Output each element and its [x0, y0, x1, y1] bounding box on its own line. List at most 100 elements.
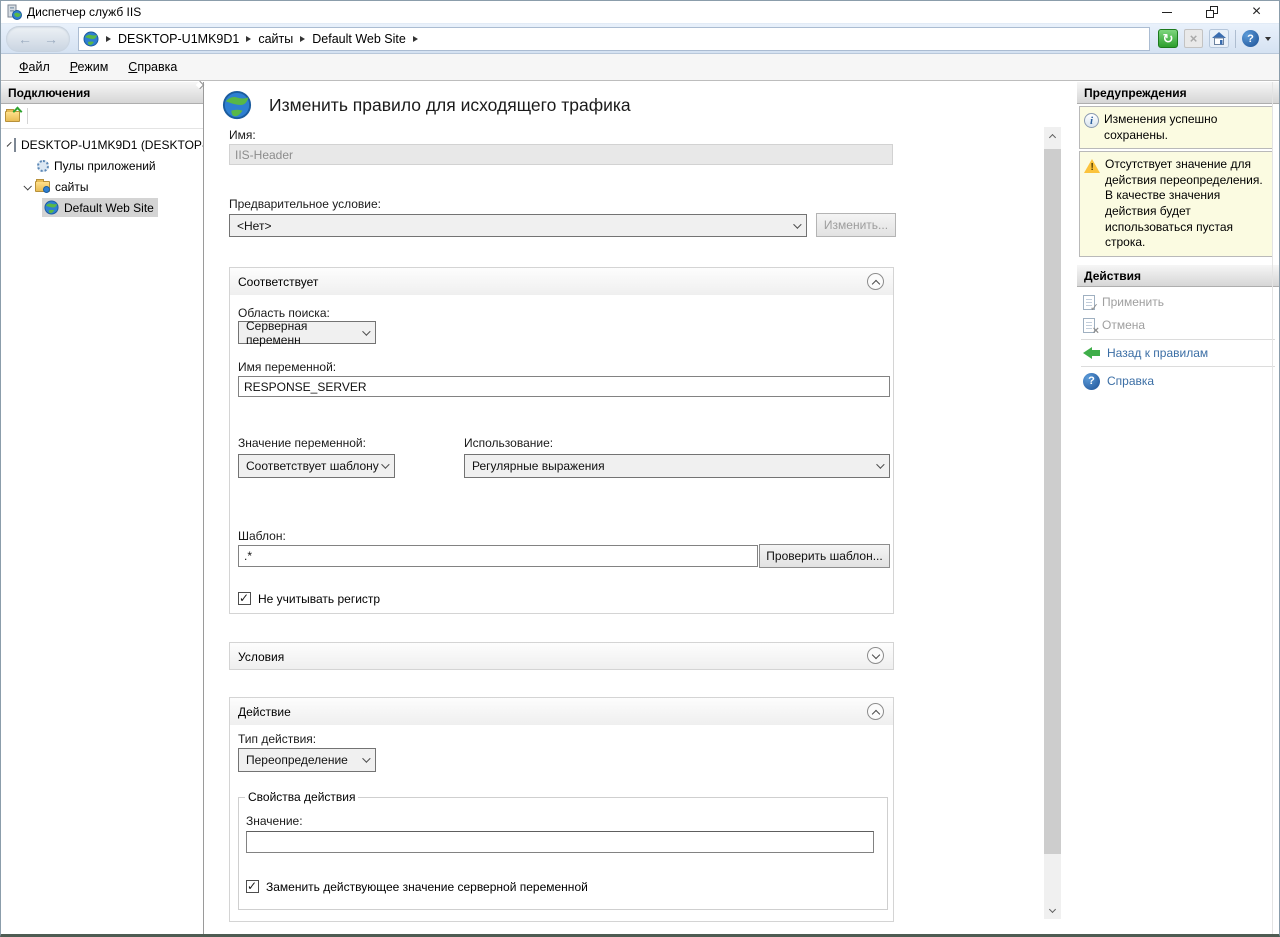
variable-name-input[interactable]	[238, 376, 890, 397]
globe-icon	[222, 90, 252, 120]
close-button[interactable]: ×	[1234, 1, 1279, 23]
edit-outbound-rule-page: Изменить правило для исходящего трафика …	[205, 82, 1078, 934]
title-bar: Диспетчер служб IIS ×	[1, 1, 1279, 23]
tree-item-label: DESKTOP-U1MK9D1 (DESKTOP-	[21, 138, 203, 152]
menu-file[interactable]: Файл	[9, 56, 60, 78]
actions-separator	[1081, 339, 1275, 340]
replace-value-label: Заменить действующее значение серверной …	[266, 880, 588, 894]
warning-icon	[1084, 159, 1100, 173]
expand-button[interactable]	[867, 647, 884, 664]
scrollbar-thumb[interactable]	[1044, 149, 1061, 854]
match-section-header[interactable]: Соответствует	[230, 268, 893, 295]
connections-panel: Подключения DESKTOP-U1MK9D1 (DESKTOP- Пу…	[1, 82, 204, 934]
main-scrollbar[interactable]	[1044, 127, 1061, 919]
help-icon: ?	[1083, 373, 1100, 390]
forward-icon[interactable]: →	[44, 32, 58, 46]
scroll-up-button[interactable]	[1044, 127, 1061, 144]
tree-item-server[interactable]: DESKTOP-U1MK9D1 (DESKTOP-	[1, 134, 203, 155]
precondition-label: Предварительное условие:	[229, 197, 381, 211]
action-section-header[interactable]: Действие	[230, 698, 893, 725]
minimize-button[interactable]	[1144, 1, 1189, 23]
breadcrumb-server[interactable]: DESKTOP-U1MK9D1	[118, 32, 239, 46]
connections-toolbar	[1, 104, 203, 129]
body: Подключения DESKTOP-U1MK9D1 (DESKTOP- Пу…	[1, 82, 1279, 934]
alert-info: i Изменения успешно сохранены.	[1079, 106, 1273, 149]
apply-label: Применить	[1102, 295, 1164, 309]
connections-header: Подключения	[1, 82, 203, 104]
pattern-input[interactable]	[238, 545, 758, 567]
chevron-down-icon	[793, 220, 801, 228]
precondition-select[interactable]: <Нет>	[229, 214, 807, 237]
breadcrumb-separator-icon	[246, 36, 251, 42]
tree-item-label: Пулы приложений	[54, 159, 156, 173]
using-select[interactable]: Регулярные выражения	[464, 454, 890, 478]
alert-text: Изменения успешно сохранены.	[1104, 112, 1268, 143]
back-to-rules-action[interactable]: Назад к правилам	[1077, 342, 1279, 364]
actions-header: Действия	[1077, 265, 1279, 287]
home-icon[interactable]	[1209, 29, 1229, 48]
tree-item-sites[interactable]: сайты	[1, 176, 203, 197]
breadcrumb-sites[interactable]: сайты	[258, 32, 293, 46]
restore-button[interactable]	[1189, 1, 1234, 23]
connections-tree: DESKTOP-U1MK9D1 (DESKTOP- Пулы приложени…	[1, 129, 203, 218]
breadcrumb-separator-icon	[106, 36, 111, 42]
alert-text: Отсутствует значение для действия переоп…	[1105, 157, 1268, 251]
cancel-icon: ×	[1083, 318, 1095, 333]
expander-down-icon[interactable]	[7, 141, 12, 146]
globe-icon	[44, 200, 59, 215]
action-type-select[interactable]: Переопределение	[238, 748, 376, 772]
cancel-label: Отмена	[1102, 318, 1145, 332]
name-input	[229, 144, 893, 165]
actions-panel: Предупреждения i Изменения успешно сохра…	[1077, 82, 1279, 934]
breadcrumb[interactable]: DESKTOP-U1MK9D1 сайты Default Web Site	[78, 27, 1150, 51]
action-type-label: Тип действия:	[238, 732, 316, 746]
stop-icon: ×	[1184, 29, 1203, 48]
scroll-down-button[interactable]	[1044, 902, 1061, 919]
replace-value-checkbox[interactable]	[246, 880, 259, 893]
restore-icon	[1206, 6, 1218, 18]
variable-value-select[interactable]: Соответствует шаблону	[238, 454, 395, 478]
ignore-case-checkbox[interactable]	[238, 592, 251, 605]
test-pattern-button[interactable]: Проверить шаблон...	[759, 544, 890, 568]
expander-down-icon[interactable]	[23, 182, 31, 190]
back-arrow-icon	[1083, 347, 1100, 359]
nav-buttons: ← →	[6, 26, 70, 52]
breadcrumb-default-web-site[interactable]: Default Web Site	[312, 32, 406, 46]
chevron-down-icon	[876, 460, 884, 468]
edit-precondition-button: Изменить...	[816, 213, 896, 237]
help-icon[interactable]: ?	[1242, 30, 1259, 47]
ignore-case-label: Не учитывать регистр	[258, 592, 380, 606]
collapse-button[interactable]	[867, 273, 884, 290]
action-properties-title: Свойства действия	[245, 790, 358, 804]
back-icon[interactable]: ←	[18, 32, 32, 46]
address-toolbar: ↻ × ?	[1150, 29, 1279, 48]
window-controls: ×	[1144, 1, 1279, 23]
refresh-icon[interactable]: ↻	[1158, 29, 1178, 48]
breadcrumb-separator-icon	[300, 36, 305, 42]
scope-select[interactable]: Серверная переменн	[238, 321, 376, 344]
precondition-value: <Нет>	[237, 219, 271, 233]
help-label: Справка	[1107, 374, 1154, 388]
chevron-down-icon	[362, 327, 370, 335]
tree-item-label: сайты	[55, 180, 89, 194]
alert-warning: Отсутствует значение для действия переоп…	[1079, 151, 1273, 257]
menu-view[interactable]: Режим	[60, 56, 119, 78]
match-section: Соответствует Область поиска: Серверная …	[229, 267, 894, 614]
apply-icon: ✓	[1083, 295, 1095, 310]
back-to-rules-label: Назад к правилам	[1107, 346, 1208, 360]
address-bar: ← → DESKTOP-U1MK9D1 сайты Default Web Si…	[1, 23, 1279, 54]
tree-item-default-web-site[interactable]: Default Web Site	[1, 197, 203, 218]
info-icon: i	[1084, 113, 1099, 128]
collapse-button[interactable]	[867, 703, 884, 720]
conditions-section-header[interactable]: Условия	[230, 643, 893, 669]
breadcrumb-separator-icon	[413, 36, 418, 42]
chevron-up-icon	[872, 710, 880, 718]
value-input[interactable]	[246, 831, 874, 853]
chevron-down-icon	[362, 754, 370, 762]
help-action[interactable]: ? Справка	[1077, 369, 1279, 394]
menu-help[interactable]: Справка	[118, 56, 187, 78]
help-menu-arrow-icon[interactable]	[1265, 37, 1271, 41]
chevron-up-icon	[1049, 133, 1056, 140]
save-connection-icon[interactable]	[5, 111, 20, 122]
tree-item-app-pools[interactable]: Пулы приложений	[1, 155, 203, 176]
